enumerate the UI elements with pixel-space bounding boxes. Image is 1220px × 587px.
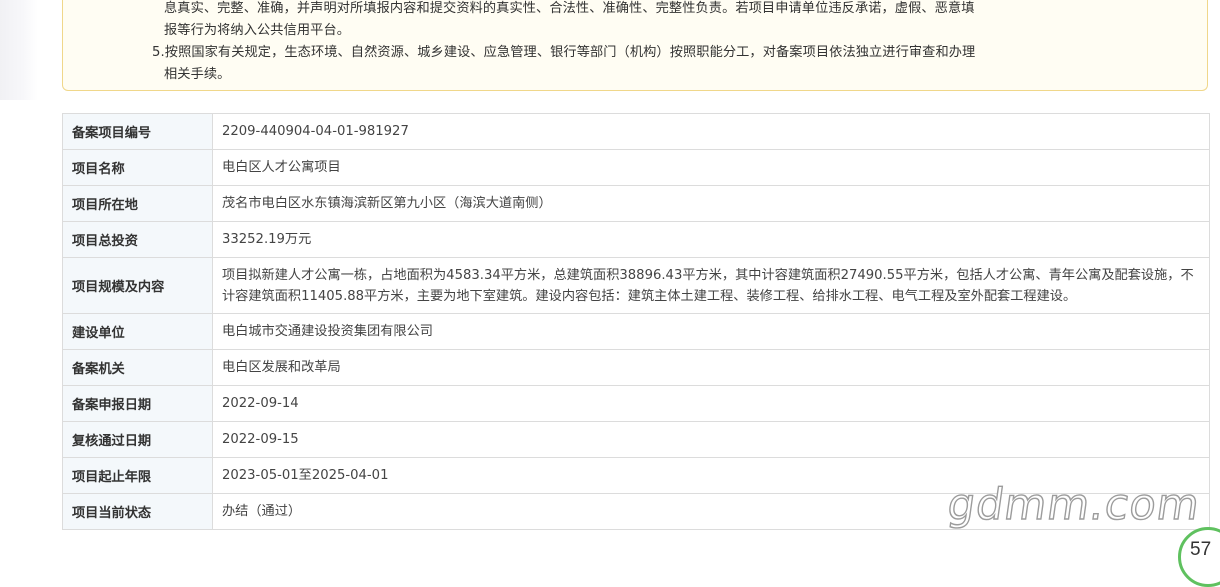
table-row: 项目规模及内容 项目拟新建人才公寓一栋，占地面积为4583.34平方米，总建筑面… <box>62 257 1210 314</box>
table-row: 备案机关 电白区发展和改革局 <box>62 349 1210 386</box>
field-value: 项目拟新建人才公寓一栋，占地面积为4583.34平方米，总建筑面积38896.4… <box>212 257 1210 314</box>
field-label: 备案机关 <box>62 349 213 386</box>
field-label: 复核通过日期 <box>62 421 213 458</box>
left-shadow <box>0 0 38 100</box>
project-info-table: 备案项目编号 2209-440904-04-01-981927 项目名称 电白区… <box>62 113 1210 530</box>
table-row: 备案项目编号 2209-440904-04-01-981927 <box>62 113 1210 150</box>
field-value: 电白区人才公寓项目 <box>212 149 1210 186</box>
table-row: 备案申报日期 2022-09-14 <box>62 385 1210 422</box>
field-value: 电白区发展和改革局 <box>212 349 1210 386</box>
field-label: 备案申报日期 <box>62 385 213 422</box>
field-value: 2209-440904-04-01-981927 <box>212 113 1210 150</box>
field-label: 项目总投资 <box>62 221 213 258</box>
field-label: 建设单位 <box>62 313 213 350</box>
field-value: 茂名市电白区水东镇海滨新区第九小区（海滨大道南侧） <box>212 185 1210 222</box>
notice-line: 报等行为将纳入公共信用平台。 <box>164 23 351 38</box>
notice-line: 相关手续。 <box>164 67 231 82</box>
field-label: 项目起止年限 <box>62 457 213 494</box>
field-value: 33252.19万元 <box>212 221 1210 258</box>
table-row: 项目总投资 33252.19万元 <box>62 221 1210 258</box>
field-label: 项目当前状态 <box>62 493 213 530</box>
table-row: 复核通过日期 2022-09-15 <box>62 421 1210 458</box>
progress-badge-value: 57 <box>1190 539 1212 560</box>
field-label: 项目名称 <box>62 149 213 186</box>
field-label: 项目规模及内容 <box>62 257 213 314</box>
table-row: 建设单位 电白城市交通建设投资集团有限公司 <box>62 313 1210 350</box>
field-value: 2022-09-15 <box>212 421 1210 458</box>
notice-line: 息真实、完整、准确，并声明对所填报内容和提交资料的真实性、合法性、准确性、完整性… <box>164 1 975 16</box>
watermark: gdmm.com <box>944 479 1204 530</box>
field-value: 2022-09-14 <box>212 385 1210 422</box>
field-label: 项目所在地 <box>62 185 213 222</box>
progress-badge[interactable]: 57 <box>1178 527 1220 587</box>
notice-line: 5.按照国家有关规定，生态环境、自然资源、城乡建设、应急管理、银行等部门（机构）… <box>152 45 976 60</box>
field-value: 电白城市交通建设投资集团有限公司 <box>212 313 1210 350</box>
field-label: 备案项目编号 <box>62 113 213 150</box>
table-row: 项目所在地 茂名市电白区水东镇海滨新区第九小区（海滨大道南侧） <box>62 185 1210 222</box>
table-row: 项目名称 电白区人才公寓项目 <box>62 149 1210 186</box>
notice-box: 息真实、完整、准确，并声明对所填报内容和提交资料的真实性、合法性、准确性、完整性… <box>62 0 1208 91</box>
